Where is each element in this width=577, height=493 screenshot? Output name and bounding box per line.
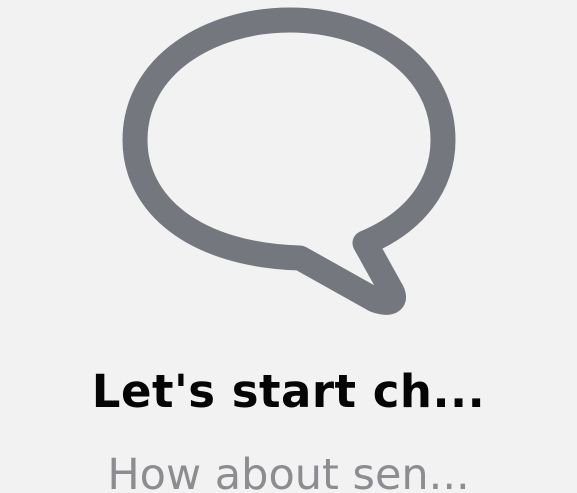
speech-bubble-icon [119,4,461,319]
empty-chat-screen: Let's start ch... How about sen... [0,0,577,493]
empty-state-subtitle: How about sen... [107,450,470,493]
empty-state-title: Let's start ch... [91,365,486,418]
